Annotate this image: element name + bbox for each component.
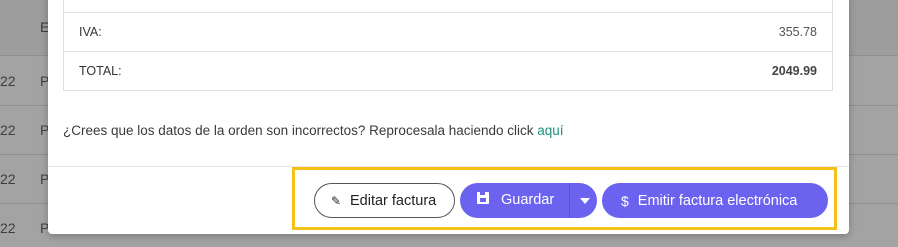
floppy-disk-icon	[477, 192, 489, 204]
iva-label: IVA:	[79, 25, 102, 39]
iva-row: IVA: 355.78	[64, 12, 832, 52]
emit-invoice-label: Emitir factura electrónica	[637, 192, 798, 209]
row-cell: 22	[0, 171, 16, 187]
reprocess-link[interactable]: aquí	[537, 123, 563, 138]
edit-invoice-label: Editar factura	[350, 192, 437, 209]
total-value: 2049.99	[771, 64, 817, 78]
dollar-icon: $	[621, 192, 629, 209]
row-cell: 22	[0, 220, 16, 236]
reprocess-note-text: ¿Crees que los datos de la orden son inc…	[63, 123, 538, 138]
row-cell: 22	[0, 122, 16, 138]
edit-invoice-button[interactable]: ✎ Editar factura	[314, 183, 455, 218]
iva-value: 355.78	[778, 25, 817, 39]
pencil-icon: ✎	[331, 193, 342, 208]
save-label: Guardar	[501, 192, 555, 208]
totals-table: IVA: 355.78 TOTAL: 2049.99	[63, 0, 833, 91]
save-split-divider	[569, 183, 570, 218]
row-cell: 22	[0, 73, 16, 89]
total-row: TOTAL: 2049.99	[64, 51, 832, 91]
total-label: TOTAL:	[79, 64, 122, 78]
save-button[interactable]: Guardar	[460, 183, 597, 218]
reprocess-note: ¿Crees que los datos de la orden son inc…	[63, 123, 564, 138]
emit-electronic-invoice-button[interactable]: $ Emitir factura electrónica	[602, 183, 828, 218]
chevron-down-icon[interactable]	[580, 198, 590, 204]
